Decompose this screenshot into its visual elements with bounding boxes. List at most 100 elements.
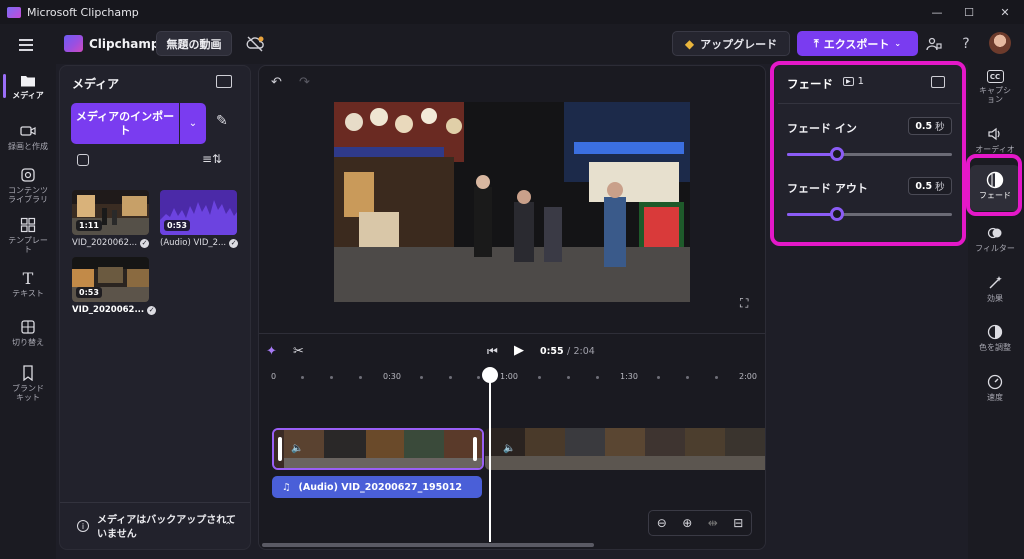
check-icon: ✓ (147, 305, 157, 315)
sidebar-item-label: メディア (12, 91, 44, 100)
templates-icon (19, 217, 37, 233)
camera-icon (19, 123, 37, 139)
import-media-button[interactable]: メディアのインポート (71, 103, 179, 144)
video-preview[interactable] (334, 102, 690, 302)
redo-icon[interactable]: ↷ (299, 75, 310, 90)
avatar[interactable] (989, 32, 1011, 54)
folder-icon (19, 72, 37, 88)
chevron-up-icon[interactable]: ⌃ (224, 521, 232, 532)
sidebar-item-label: 効果 (987, 294, 1003, 303)
fade-out-slider-thumb[interactable] (829, 207, 844, 221)
import-dropdown-chevron-icon[interactable]: ⌄ (180, 103, 206, 144)
audio-clip[interactable]: ♫ (Audio) VID_20200627_195012 (272, 476, 482, 498)
text-icon: T (22, 268, 34, 288)
check-icon: ✓ (229, 238, 239, 248)
select-all-checkbox[interactable] (77, 154, 89, 166)
sidebar-item-filters[interactable]: フィルター (970, 225, 1020, 253)
skip-back-icon[interactable]: ⏮ (487, 344, 498, 359)
sidebar-item-templates[interactable]: テンプレート (3, 217, 53, 254)
ruler-tick-label: 0:30 (383, 372, 401, 381)
sidebar-item-color-adjust[interactable]: 色を調整 (970, 324, 1020, 352)
brand-kit-icon (19, 365, 37, 381)
split-scissors-icon[interactable]: ✂ (293, 344, 304, 359)
sidebar-item-brand-kit[interactable]: ブランドキット (3, 365, 53, 402)
sort-filter-icon[interactable]: ≡⇅ (202, 152, 222, 166)
video-clip-selected[interactable] (272, 428, 484, 470)
export-label: エクスポート (823, 37, 890, 51)
transitions-icon (19, 319, 37, 335)
sparkle-icon[interactable]: ✦ (266, 344, 277, 359)
clip-trim-handle-left[interactable] (278, 437, 282, 461)
share-people-icon[interactable] (924, 34, 944, 54)
fade-in-value: 0.5 (915, 120, 933, 132)
close-button[interactable]: ✕ (989, 0, 1021, 24)
horizontal-scrollbar[interactable] (262, 543, 594, 547)
hamburger-menu-icon[interactable] (19, 39, 33, 54)
timeline-view-icon[interactable]: ⊟ (733, 516, 743, 530)
chevron-down-icon: ⌄ (894, 39, 902, 48)
undo-icon[interactable]: ↶ (271, 75, 282, 90)
fade-out-value-field[interactable]: 0.5 秒 (908, 177, 952, 195)
sidebar-item-speed[interactable]: 速度 (970, 374, 1020, 402)
clipchamp-logo-icon (64, 35, 83, 52)
music-note-icon: ♫ (282, 481, 291, 493)
sidebar-item-content-library[interactable]: コンテンツライブラリ (3, 167, 53, 204)
fade-in-slider-thumb[interactable] (829, 147, 844, 161)
minimize-button[interactable]: — (921, 0, 953, 24)
timeline-ruler[interactable]: 0 0:30 1:00 1:30 2:00 (259, 366, 765, 388)
fade-out-value: 0.5 (915, 180, 933, 192)
sidebar-item-transitions[interactable]: 切り替え (3, 319, 53, 347)
total-time: 2:04 (573, 346, 595, 357)
fade-in-slider-track[interactable] (787, 153, 952, 156)
sidebar-item-label: 速度 (987, 393, 1003, 402)
sidebar-item-record[interactable]: 録画と作成 (3, 123, 53, 151)
sidebar-item-text[interactable]: T テキスト (3, 268, 53, 299)
media-thumbnail[interactable]: 1:11 (72, 190, 149, 235)
collapse-panel-icon[interactable] (216, 75, 232, 88)
maximize-button[interactable]: ☐ (953, 0, 985, 24)
upload-icon: ⤒ (813, 36, 819, 50)
title-bar: Microsoft Clipchamp (0, 0, 1024, 24)
sidebar-item-label: オーディオ (975, 145, 1015, 154)
video-clip[interactable] (485, 428, 765, 470)
fullscreen-icon[interactable]: ⛶ (740, 296, 748, 311)
sidebar-item-label: コンテンツライブラリ (8, 186, 48, 204)
audio-clip-name: (Audio) VID_20200627_195012 (298, 481, 463, 493)
playhead[interactable] (489, 374, 491, 542)
export-button[interactable]: ⤒ エクスポート ⌄ (797, 31, 918, 56)
fade-out-label: フェード アウト (787, 182, 868, 195)
media-item-label: VID_2020062... (72, 305, 145, 315)
fade-out-slider-track[interactable] (787, 213, 952, 216)
zoom-controls: ⊖ ⊕ ⇹ ⊟ (648, 510, 752, 536)
sidebar-item-effects[interactable]: 効果 (970, 275, 1020, 303)
sidebar-item-label: 切り替え (12, 338, 44, 347)
sidebar-item-label: フィルター (975, 244, 1015, 253)
ruler-tick-label: 2:00 (739, 372, 757, 381)
sidebar-item-captions[interactable]: CC キャプション (970, 70, 1020, 104)
playhead-handle[interactable] (482, 367, 498, 383)
play-icon[interactable]: ▶ (514, 343, 524, 358)
project-name-field[interactable]: 無題の動画 (156, 31, 232, 56)
zoom-in-icon[interactable]: ⊕ (682, 516, 692, 530)
magic-wand-icon[interactable]: ✎ (216, 113, 228, 129)
zoom-out-icon[interactable]: ⊖ (657, 516, 667, 530)
sidebar-item-label: テキスト (12, 289, 44, 298)
help-icon[interactable]: ? (956, 34, 976, 54)
clip-count: 1 (857, 76, 864, 87)
sidebar-item-media[interactable]: メディア (3, 72, 53, 100)
fade-in-value-field[interactable]: 0.5 秒 (908, 117, 952, 135)
ruler-tick-label: 1:00 (500, 372, 518, 381)
window-title: Microsoft Clipchamp (27, 5, 139, 19)
cloud-sync-off-icon[interactable] (245, 35, 265, 53)
clip-trim-handle-right[interactable] (473, 437, 477, 461)
upgrade-label: アップグレード (700, 37, 778, 51)
logo-text: Clipchamp (89, 37, 160, 51)
media-thumbnail[interactable]: 0:53 (72, 257, 149, 302)
upgrade-button[interactable]: ◆ アップグレード (672, 31, 790, 56)
sidebar-item-audio[interactable]: オーディオ (970, 126, 1020, 154)
media-thumbnail[interactable]: 0:53 (160, 190, 237, 235)
close-panel-icon[interactable] (931, 76, 945, 88)
ruler-tick-label: 1:30 (620, 372, 638, 381)
fit-width-icon[interactable]: ⇹ (708, 516, 718, 530)
fade-panel-title: フェード (787, 77, 833, 91)
